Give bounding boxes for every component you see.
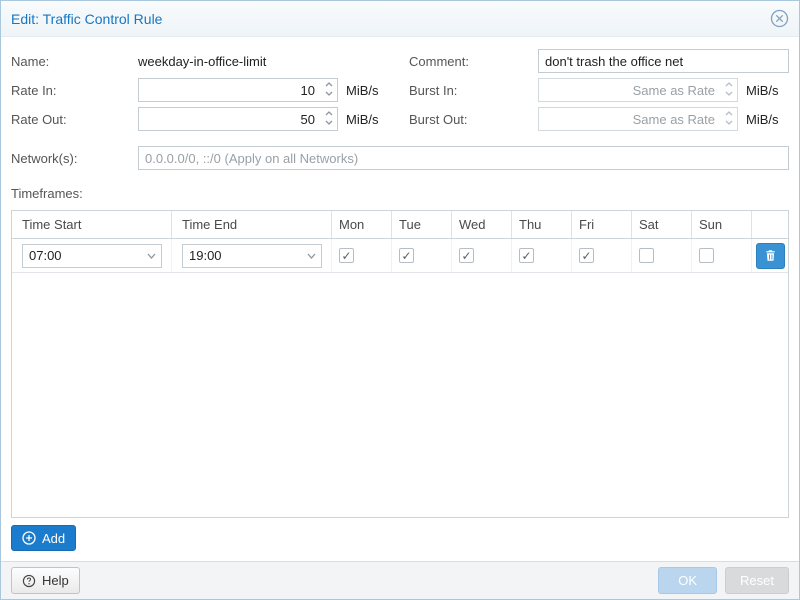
networks-label: Network(s): [11, 151, 138, 166]
burst-in-label: Burst In: [409, 83, 538, 98]
help-button[interactable]: Help [11, 567, 80, 594]
networks-input[interactable] [138, 146, 789, 170]
reset-button[interactable]: Reset [725, 567, 789, 594]
add-button-label: Add [42, 531, 65, 546]
time-start-input[interactable] [22, 244, 162, 268]
form-row-name-comment: Name: weekday-in-office-limit Comment: [11, 49, 789, 73]
checkbox-wed[interactable] [459, 248, 474, 263]
col-header-actions [752, 211, 788, 238]
reset-button-label: Reset [740, 573, 774, 588]
rate-in-unit: MiB/s [346, 83, 379, 98]
delete-row-button[interactable] [756, 243, 785, 269]
ok-button[interactable]: OK [658, 567, 717, 594]
checkbox-thu[interactable] [519, 248, 534, 263]
col-header-time-end: Time End [172, 211, 332, 238]
grid-empty-area [12, 273, 788, 517]
form-row-rate-out: Rate Out: MiB/s Burst Out: [11, 107, 789, 131]
rate-in-field-wrap [138, 78, 338, 102]
checkbox-sat[interactable] [639, 248, 654, 263]
comment-input[interactable] [538, 49, 789, 73]
timeframes-label: Timeframes: [11, 186, 789, 201]
dialog-title: Edit: Traffic Control Rule [11, 11, 162, 27]
name-label: Name: [11, 54, 138, 69]
burst-in-spinner [725, 82, 733, 96]
timeframe-row [12, 239, 788, 273]
circle-plus-icon [22, 531, 36, 545]
burst-out-label: Burst Out: [409, 112, 538, 127]
circle-question-icon [22, 574, 36, 588]
rate-out-field-wrap [138, 107, 338, 131]
rate-out-input[interactable] [138, 107, 338, 131]
edit-traffic-control-rule-dialog: Edit: Traffic Control Rule Name: weekday… [0, 0, 800, 600]
time-start-combo[interactable] [22, 244, 162, 268]
col-header-tue: Tue [392, 211, 452, 238]
burst-out-spinner [725, 111, 733, 125]
dialog-footer: Help OK Reset [1, 561, 799, 599]
chevron-down-icon[interactable] [307, 253, 316, 259]
close-icon[interactable] [770, 9, 789, 28]
networks-field-wrap [138, 146, 789, 170]
add-button[interactable]: Add [11, 525, 76, 551]
col-header-sun: Sun [692, 211, 752, 238]
burst-in-unit: MiB/s [746, 83, 779, 98]
rate-in-spinner[interactable] [325, 82, 333, 96]
checkbox-tue[interactable] [399, 248, 414, 263]
burst-in-input [538, 78, 738, 102]
trash-icon [764, 249, 777, 262]
checkbox-fri[interactable] [579, 248, 594, 263]
form-row-rate-in: Rate In: MiB/s Burst In: [11, 78, 789, 102]
col-header-thu: Thu [512, 211, 572, 238]
checkbox-sun[interactable] [699, 248, 714, 263]
col-header-sat: Sat [632, 211, 692, 238]
chevron-down-icon[interactable] [147, 253, 156, 259]
rate-in-label: Rate In: [11, 83, 138, 98]
rate-out-label: Rate Out: [11, 112, 138, 127]
timeframes-grid: Time Start Time End Mon Tue Wed Thu Fri … [11, 210, 789, 518]
rate-out-spinner[interactable] [325, 111, 333, 125]
time-end-input[interactable] [182, 244, 322, 268]
checkbox-mon[interactable] [339, 248, 354, 263]
time-end-combo[interactable] [182, 244, 322, 268]
form-row-networks: Network(s): [11, 146, 789, 170]
col-header-fri: Fri [572, 211, 632, 238]
comment-label: Comment: [409, 54, 538, 69]
name-value: weekday-in-office-limit [138, 54, 266, 69]
burst-out-input [538, 107, 738, 131]
dialog-titlebar: Edit: Traffic Control Rule [1, 1, 799, 37]
ok-button-label: OK [678, 573, 697, 588]
burst-out-field-wrap [538, 107, 738, 131]
burst-out-unit: MiB/s [746, 112, 779, 127]
comment-field-wrap [538, 49, 789, 73]
burst-in-field-wrap [538, 78, 738, 102]
rate-in-input[interactable] [138, 78, 338, 102]
col-header-mon: Mon [332, 211, 392, 238]
dialog-body: Name: weekday-in-office-limit Comment: R… [1, 37, 799, 561]
rate-out-unit: MiB/s [346, 112, 379, 127]
col-header-time-start: Time Start [12, 211, 172, 238]
grid-header-row: Time Start Time End Mon Tue Wed Thu Fri … [12, 211, 788, 239]
help-button-label: Help [42, 573, 69, 588]
col-header-wed: Wed [452, 211, 512, 238]
